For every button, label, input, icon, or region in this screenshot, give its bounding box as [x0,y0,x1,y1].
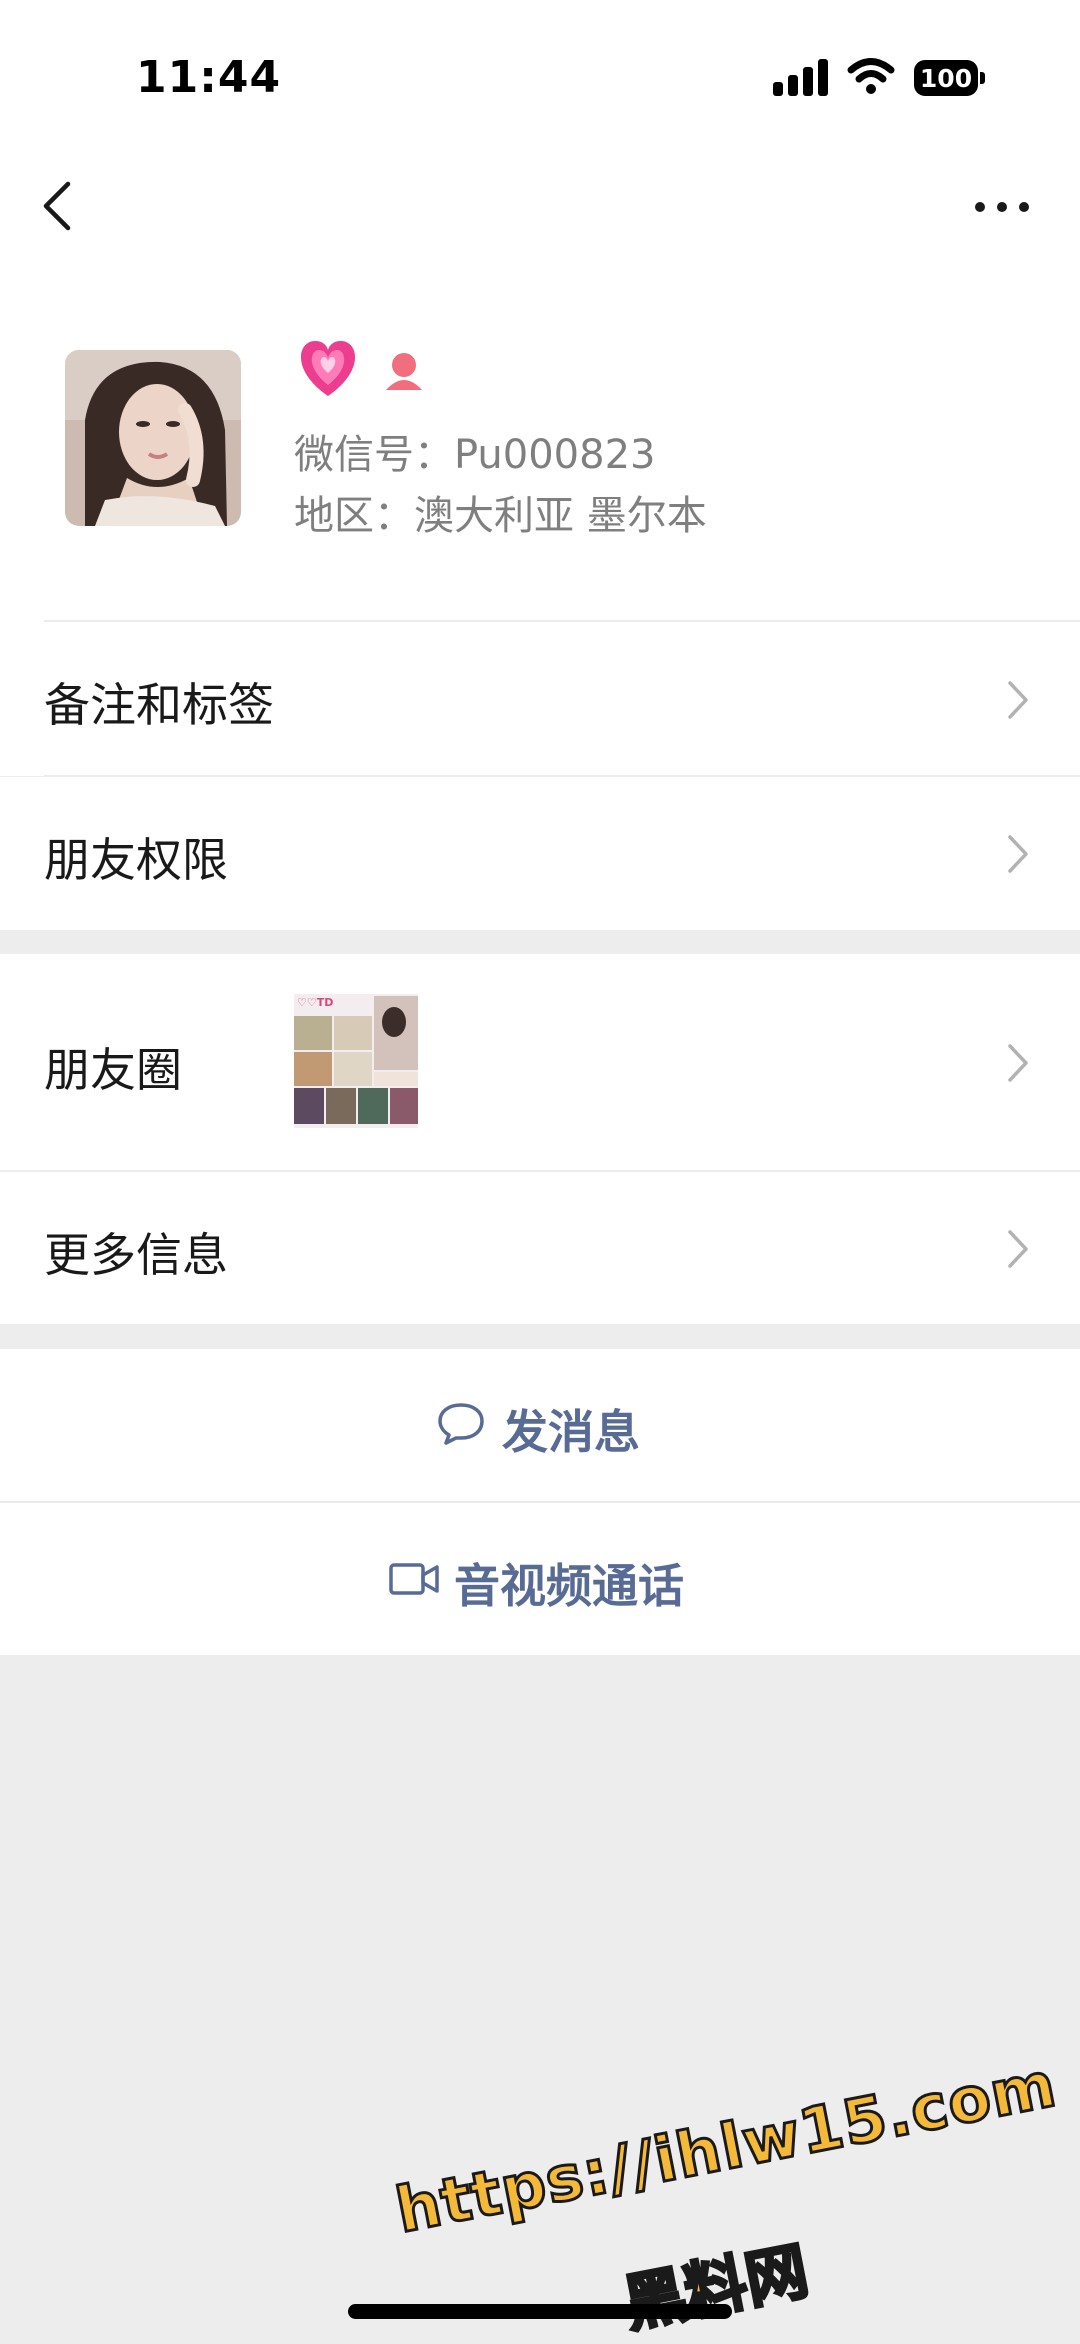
home-indicator[interactable] [348,2304,732,2319]
moments-thumbnail[interactable]: ♡♡TD [294,994,418,1128]
video-call-icon [389,1563,439,1595]
chevron-right-icon [1008,1044,1028,1082]
avatar[interactable] [65,350,241,526]
chevron-right-icon [1008,681,1028,719]
row-moments[interactable]: 朋友圈 [0,954,1080,1170]
wifi-icon [847,58,895,94]
chevron-right-icon [1008,1230,1028,1268]
battery-level: 100 [914,60,978,96]
av-call-button[interactable]: 音视频通话 [0,1503,1080,1655]
heart-icon [300,340,356,396]
watermark-name: 黑料网 [616,2232,816,2342]
moments-thumbnail-caption: ♡♡TD [297,996,333,1009]
row-remarks-tags-label: 备注和标签 [44,678,274,732]
gender-female-icon [386,353,422,390]
region: 地区：澳大利亚 墨尔本 [294,493,707,539]
chevron-right-icon [1008,835,1028,873]
back-icon[interactable] [38,178,78,234]
row-more-info[interactable]: 更多信息 [0,1172,1080,1324]
status-time: 11:44 [136,52,282,103]
row-more-info-label: 更多信息 [44,1228,228,1282]
watermark-url: https://ihlw15.com [389,2046,1064,2249]
av-call-label: 音视频通话 [454,1559,684,1613]
send-message-label: 发消息 [502,1405,640,1459]
row-remarks-tags[interactable]: 备注和标签 [0,622,1080,776]
more-icon[interactable] [972,195,1032,219]
chat-bubble-icon [438,1403,484,1445]
battery-icon: 100 [914,60,986,96]
send-message-button[interactable]: 发消息 [0,1349,1080,1501]
wechat-id: 微信号：Pu000823 [294,432,656,478]
cellular-signal-icon [773,59,828,96]
row-moments-label: 朋友圈 [44,1043,182,1097]
row-friend-permissions[interactable]: 朋友权限 [0,777,1080,930]
row-friend-permissions-label: 朋友权限 [44,833,228,887]
